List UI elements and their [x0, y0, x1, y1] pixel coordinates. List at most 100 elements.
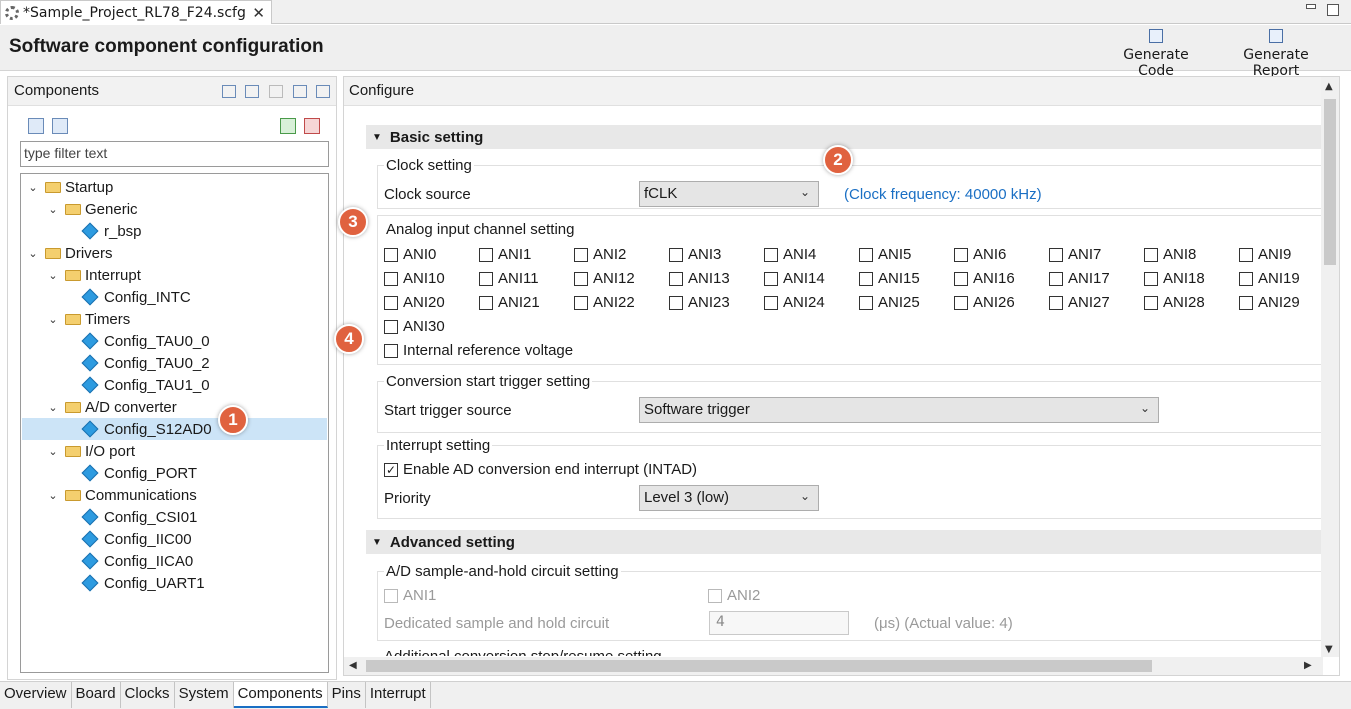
ani-checkbox[interactable]: ANI11: [479, 270, 539, 287]
scroll-right-icon[interactable]: ▶: [1304, 660, 1312, 671]
priority-select[interactable]: Level 3 (low) ⌄: [639, 485, 819, 511]
tree-folder[interactable]: ⌄ Drivers: [22, 242, 327, 264]
chevron-down-icon[interactable]: ⌄: [46, 445, 60, 458]
ani-checkbox[interactable]: ANI21: [479, 294, 540, 311]
ani-checkbox[interactable]: ANI19: [1239, 270, 1300, 287]
ani-checkbox[interactable]: ANI18: [1144, 270, 1205, 287]
maximize-button[interactable]: [1327, 4, 1339, 16]
category-view-icon[interactable]: [28, 118, 44, 134]
ani-checkbox[interactable]: ANI26: [954, 294, 1015, 311]
sh-ani1-checkbox[interactable]: ANI1: [384, 587, 436, 604]
ani-checkbox[interactable]: ANI23: [669, 294, 730, 311]
ani-checkbox[interactable]: ANI22: [574, 294, 635, 311]
add-component-icon[interactable]: [280, 118, 296, 134]
tree-folder[interactable]: ⌄ Timers: [22, 308, 327, 330]
ani-checkbox[interactable]: ANI4: [764, 246, 816, 263]
ani-checkbox[interactable]: ANI8: [1144, 246, 1196, 263]
generate-report-button[interactable]: Generate Report: [1218, 29, 1334, 79]
ani-checkbox[interactable]: ANI25: [859, 294, 920, 311]
scroll-up-icon[interactable]: ▲: [1325, 81, 1333, 92]
chevron-down-icon[interactable]: ⌄: [46, 401, 60, 414]
tree-item[interactable]: Config_IICA0: [22, 550, 327, 572]
horizontal-scrollbar[interactable]: ◀ ▶: [344, 657, 1323, 675]
ani-checkbox[interactable]: ANI24: [764, 294, 825, 311]
tab-interrupt[interactable]: Interrupt: [365, 682, 431, 708]
expand-all-icon[interactable]: [316, 85, 330, 98]
ani-checkbox[interactable]: ANI2: [574, 246, 626, 263]
ani-checkbox[interactable]: ANI10: [384, 270, 445, 287]
tree-folder[interactable]: ⌄ Generic: [22, 198, 327, 220]
ani-checkbox[interactable]: ANI15: [859, 270, 920, 287]
enable-interrupt-checkbox[interactable]: ✓ Enable AD conversion end interrupt (IN…: [384, 461, 697, 478]
ani-checkbox[interactable]: ANI1: [479, 246, 531, 263]
minimize-button[interactable]: [1306, 4, 1316, 9]
sort-icon[interactable]: [269, 85, 283, 98]
ani-checkbox[interactable]: ANI30: [384, 318, 445, 335]
tree-folder[interactable]: ⌄ Startup: [22, 176, 327, 198]
chevron-down-icon[interactable]: ⌄: [46, 313, 60, 326]
vertical-scrollbar[interactable]: ▲ ▼: [1321, 77, 1339, 657]
scroll-thumb[interactable]: [1324, 99, 1336, 265]
ani-checkbox[interactable]: ANI16: [954, 270, 1015, 287]
editor-tab[interactable]: *Sample_Project_RL78_F24.scfg ✕: [0, 0, 272, 24]
ani-checkbox[interactable]: ANI17: [1049, 270, 1110, 287]
tab-board[interactable]: Board: [71, 682, 121, 708]
scroll-thumb[interactable]: [366, 660, 1152, 672]
tab-components[interactable]: Components: [233, 682, 328, 708]
remove-component-icon[interactable]: [304, 118, 320, 134]
ani-checkbox[interactable]: ANI6: [954, 246, 1006, 263]
hierarchy-view-icon[interactable]: [52, 118, 68, 134]
start-trigger-select[interactable]: Software trigger ⌄: [639, 397, 1159, 423]
dedicated-input[interactable]: 4: [709, 611, 849, 635]
chevron-down-icon[interactable]: ⌄: [46, 203, 60, 216]
scroll-left-icon[interactable]: ◀: [349, 660, 357, 671]
ani-checkbox[interactable]: ANI29: [1239, 294, 1300, 311]
tree-item[interactable]: Config_CSI01: [22, 506, 327, 528]
ani-checkbox[interactable]: ANI7: [1049, 246, 1101, 263]
chevron-down-icon[interactable]: ⌄: [46, 269, 60, 282]
ani-checkbox[interactable]: ANI28: [1144, 294, 1205, 311]
ani-checkbox[interactable]: ANI3: [669, 246, 721, 263]
ani-checkbox[interactable]: ANI9: [1239, 246, 1291, 263]
tree-folder[interactable]: ⌄ Interrupt: [22, 264, 327, 286]
internal-ref-checkbox[interactable]: Internal reference voltage: [384, 342, 573, 359]
ani-checkbox[interactable]: ANI14: [764, 270, 825, 287]
chevron-down-icon[interactable]: ⌄: [26, 247, 40, 260]
tree-folder[interactable]: ⌄ I/O port: [22, 440, 327, 462]
ani-checkbox[interactable]: ANI27: [1049, 294, 1110, 311]
ani-checkbox[interactable]: ANI20: [384, 294, 445, 311]
collapse-all-icon[interactable]: [293, 85, 307, 98]
generate-code-button[interactable]: Generate Code: [1104, 29, 1208, 79]
tree-item[interactable]: Config_S12AD0: [22, 418, 327, 440]
tab-pins[interactable]: Pins: [327, 682, 366, 708]
ani-checkbox[interactable]: ANI0: [384, 246, 436, 263]
tab-clocks[interactable]: Clocks: [120, 682, 175, 708]
priority-value: Level 3 (low): [644, 489, 730, 506]
chevron-down-icon[interactable]: ⌄: [26, 181, 40, 194]
tree-item[interactable]: Config_UART1: [22, 572, 327, 594]
tab-system[interactable]: System: [174, 682, 234, 708]
tree-folder[interactable]: ⌄ A/D converter: [22, 396, 327, 418]
tree-item[interactable]: Config_TAU0_0: [22, 330, 327, 352]
expand-icon[interactable]: [245, 85, 259, 98]
ani-checkbox[interactable]: ANI5: [859, 246, 911, 263]
tree-item[interactable]: Config_TAU1_0: [22, 374, 327, 396]
close-icon[interactable]: ✕: [252, 4, 265, 22]
tree-folder[interactable]: ⌄ Communications: [22, 484, 327, 506]
tree-item[interactable]: r_bsp: [22, 220, 327, 242]
advanced-setting-section[interactable]: ▼ Advanced setting: [366, 530, 1321, 554]
scroll-down-icon[interactable]: ▼: [1325, 644, 1333, 655]
ani-checkbox[interactable]: ANI12: [574, 270, 635, 287]
component-icon: [81, 574, 99, 592]
ani-checkbox[interactable]: ANI13: [669, 270, 730, 287]
tree-item[interactable]: Config_IIC00: [22, 528, 327, 550]
tree-item[interactable]: Config_PORT: [22, 462, 327, 484]
tab-overview[interactable]: Overview: [0, 682, 72, 708]
chevron-down-icon[interactable]: ⌄: [46, 489, 60, 502]
sh-ani2-checkbox[interactable]: ANI2: [708, 587, 760, 604]
collapse-icon[interactable]: [222, 85, 236, 98]
clock-source-select[interactable]: fCLK ⌄: [639, 181, 819, 207]
tree-item[interactable]: Config_INTC: [22, 286, 327, 308]
tree-item[interactable]: Config_TAU0_2: [22, 352, 327, 374]
filter-input[interactable]: type filter text: [20, 141, 329, 167]
